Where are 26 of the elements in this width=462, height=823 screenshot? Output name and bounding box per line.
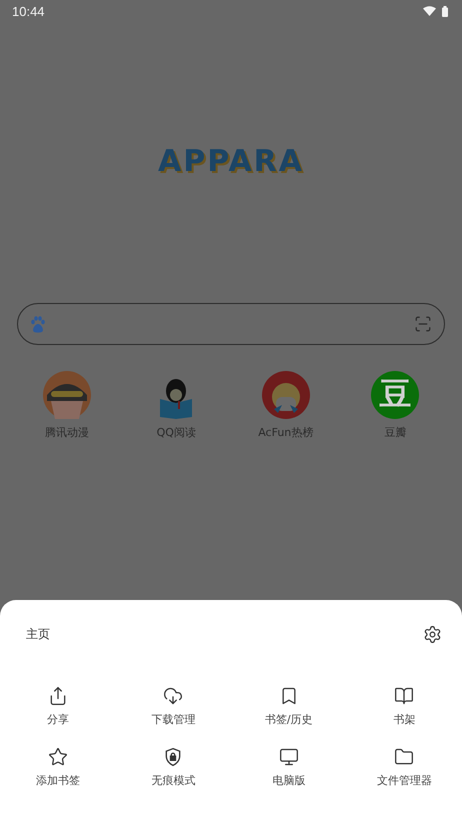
menu-item[interactable]: 添加书签 <box>0 747 116 788</box>
share-icon <box>48 686 68 706</box>
menu-item[interactable]: 书签/历史 <box>231 686 346 727</box>
avatar-icon <box>42 371 91 419</box>
camera-scan-icon[interactable] <box>414 315 432 333</box>
settings-icon[interactable] <box>423 624 442 644</box>
menu-item[interactable]: 书架 <box>346 686 462 727</box>
status-time: 10:44 <box>12 4 45 18</box>
monitor-icon <box>278 747 299 767</box>
app-logo: APPARA <box>158 144 304 179</box>
battery-icon <box>442 6 448 16</box>
cloud-download-icon <box>163 686 184 706</box>
star-icon <box>48 747 68 767</box>
menu-item[interactable]: 文件管理器 <box>346 747 462 788</box>
sheet-title: 主页 <box>26 626 50 642</box>
avatar-icon <box>262 371 310 419</box>
book-icon <box>394 686 414 706</box>
search-field[interactable] <box>17 303 445 345</box>
menu-item[interactable]: 下载管理 <box>116 686 231 727</box>
menu-item[interactable]: 分享 <box>0 686 116 727</box>
folder-icon <box>394 747 414 767</box>
menu-item[interactable]: 电脑版 <box>231 747 346 788</box>
menu-item[interactable]: 无痕模式 <box>116 747 231 788</box>
wifi-icon <box>423 6 436 16</box>
shield-lock-icon <box>163 747 184 767</box>
shortcut-logo[interactable]: 豆 <box>371 371 420 419</box>
